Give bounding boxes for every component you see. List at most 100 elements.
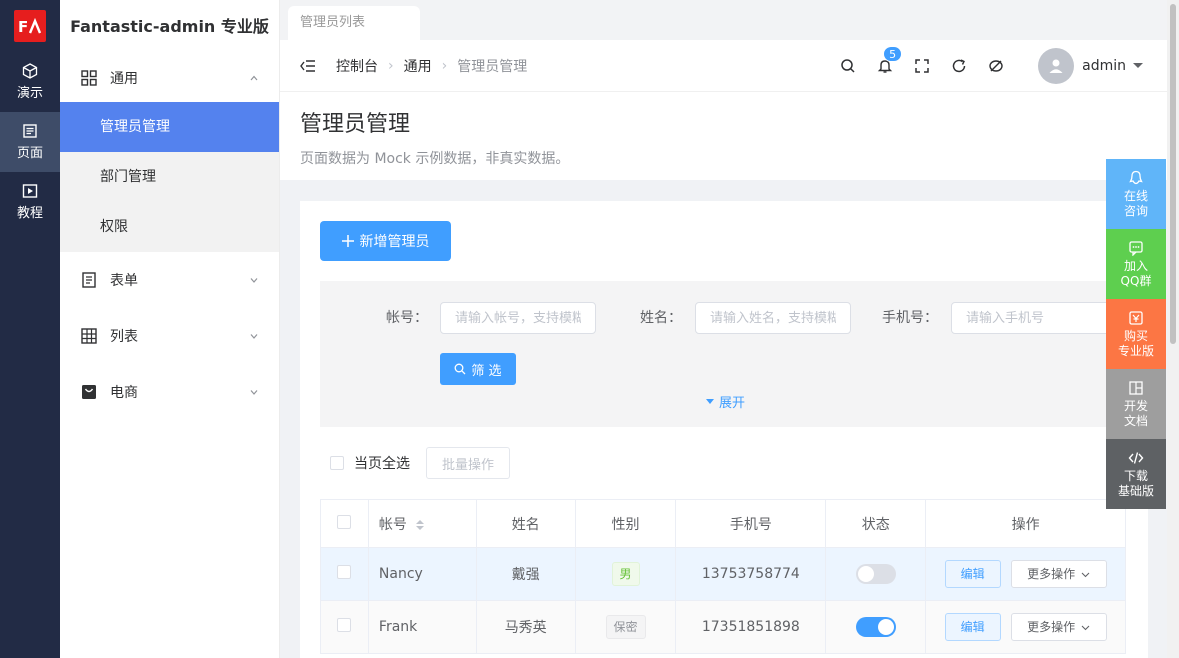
account-cell: Nancy (367, 547, 477, 601)
float-label-line1: 加入 (1123, 258, 1148, 273)
fullscreen-button[interactable] (912, 56, 932, 76)
chevron-down-icon (1081, 572, 1090, 577)
video-icon (22, 184, 38, 198)
main-content: 管理员列表 控制台 › 通用 › 管理员管理 5 admin 管理员管理 页面数… (280, 0, 1167, 658)
batch-actions-button[interactable]: 批量操作 (426, 447, 511, 479)
phone-cell: 13753758774 (675, 547, 827, 601)
expand-toggle[interactable]: 展开 (706, 392, 745, 411)
name-cell: 马秀英 (475, 600, 576, 654)
menu-item-admin-manage[interactable]: 管理员管理 (60, 102, 279, 152)
name-label: 姓名： (640, 310, 682, 326)
chevron-down-icon (1081, 625, 1090, 630)
float-dev-docs[interactable]: 开发 文档 (1106, 369, 1166, 439)
chat-icon (1129, 240, 1143, 256)
account-label: 帐号： (386, 310, 428, 326)
header-phone: 手机号 (675, 499, 827, 548)
bag-icon (82, 385, 96, 399)
app-logo[interactable]: F (14, 10, 46, 42)
page-scrollbar[interactable] (1167, 0, 1179, 658)
more-actions-label: 更多操作 (1027, 567, 1076, 581)
breadcrumb-item-general[interactable]: 通用 (404, 56, 432, 76)
breadcrumb-item-dashboard[interactable]: 控制台 (336, 56, 378, 76)
cube-icon (22, 63, 38, 79)
header-select (320, 499, 369, 548)
status-switch[interactable] (855, 617, 896, 637)
float-download-basic[interactable]: 下载 基础版 (1106, 439, 1166, 509)
float-join-qq-group[interactable]: 加入 QQ群 (1106, 229, 1166, 299)
row-checkbox[interactable] (337, 618, 352, 632)
phone-label: 手机号： (882, 310, 938, 326)
breadcrumb-separator: › (441, 57, 448, 74)
caret-down-icon (706, 398, 714, 404)
menu-group-general[interactable]: 通用 (60, 54, 279, 102)
content-card: 新增管理员 帐号： 姓名： 手机号： 筛 选 展开 当页全选 批量操作 (300, 201, 1148, 658)
page-description: 页面数据为 Mock 示例数据，非真实数据。 (300, 151, 570, 167)
rail-item-demo[interactable]: 演示 (0, 52, 60, 112)
select-all-checkbox[interactable] (330, 456, 344, 470)
account-input[interactable] (440, 302, 596, 334)
phone-input[interactable] (951, 302, 1121, 334)
float-label-line2: 咨询 (1123, 203, 1148, 218)
table-header-row: 帐号 姓名 性别 手机号 状态 操作 (320, 499, 1126, 548)
search-submit-button[interactable]: 筛 选 (440, 353, 516, 385)
code-icon (1128, 451, 1144, 464)
edit-button[interactable]: 编辑 (944, 560, 1001, 588)
chevron-up-icon (250, 75, 258, 81)
more-actions-button[interactable]: 更多操作 (1010, 613, 1107, 641)
user-menu[interactable]: admin (1038, 47, 1143, 84)
gender-cell: 男 (574, 547, 677, 601)
chevron-down-icon (250, 390, 258, 395)
menu-item-permission[interactable]: 权限 (60, 202, 279, 252)
float-online-consult[interactable]: 在线 咨询 (1106, 159, 1166, 229)
status-cell (825, 600, 927, 654)
float-label-line1: 在线 (1123, 188, 1148, 203)
table-icon (81, 328, 97, 344)
row-select-cell (320, 547, 369, 601)
header-account[interactable]: 帐号 (367, 499, 477, 548)
menu-group-list[interactable]: 列表 (60, 312, 279, 360)
rail-item-label: 页面 (16, 146, 43, 161)
fullscreen-icon (915, 58, 929, 73)
search-button[interactable] (838, 56, 858, 76)
status-switch[interactable] (855, 564, 896, 584)
gender-tag: 男 (611, 562, 640, 586)
collapse-menu-icon[interactable] (300, 59, 316, 73)
float-label-line1: 下载 (1123, 468, 1148, 483)
row-checkbox[interactable] (337, 565, 352, 579)
toolbar: 5 admin (821, 45, 1147, 84)
expand-label: 展开 (719, 396, 746, 411)
rail-item-tutorial[interactable]: 教程 (0, 172, 60, 232)
table-row: Frank 马秀英 保密 17351851898 编辑 更多操作 (320, 600, 1126, 654)
menu-group-label: 列表 (110, 329, 138, 345)
sort-icon[interactable] (415, 519, 425, 531)
status-cell (825, 547, 927, 601)
edit-button[interactable]: 编辑 (944, 613, 1001, 641)
table-row: Nancy 戴强 男 13753758774 编辑 更多操作 (320, 547, 1126, 601)
scrollbar-thumb[interactable] (1170, 4, 1176, 344)
plus-icon (341, 235, 354, 247)
more-actions-button[interactable]: 更多操作 (1010, 560, 1107, 588)
menu-item-department[interactable]: 部门管理 (60, 152, 279, 202)
gender-tag: 保密 (605, 615, 646, 639)
buy-icon (1129, 310, 1143, 325)
search-submit-label: 筛 选 (471, 363, 502, 379)
notification-button[interactable]: 5 (875, 45, 903, 76)
rail-item-label: 演示 (16, 86, 43, 101)
tab-admin-list[interactable]: 管理员列表 (288, 6, 420, 40)
menu-group-label: 通用 (110, 71, 138, 87)
name-input[interactable] (695, 302, 851, 334)
menu-group-form[interactable]: 表单 (60, 256, 279, 304)
add-admin-button[interactable]: 新增管理员 (320, 221, 451, 261)
theme-button[interactable] (986, 56, 1006, 76)
breadcrumb: 控制台 › 通用 › 管理员管理 (336, 56, 527, 76)
grid-icon (81, 70, 97, 86)
batch-actions-label: 批量操作 (442, 457, 495, 473)
header-label: 帐号 (378, 516, 407, 533)
rail-item-pages[interactable]: 页面 (0, 112, 60, 172)
reload-button[interactable] (949, 56, 969, 76)
notification-badge: 5 (883, 45, 903, 62)
header-checkbox[interactable] (337, 514, 352, 529)
float-buy-pro[interactable]: 购买 专业版 (1106, 299, 1166, 369)
menu-group-ecommerce[interactable]: 电商 (60, 368, 279, 416)
phone-cell: 17351851898 (675, 600, 827, 654)
